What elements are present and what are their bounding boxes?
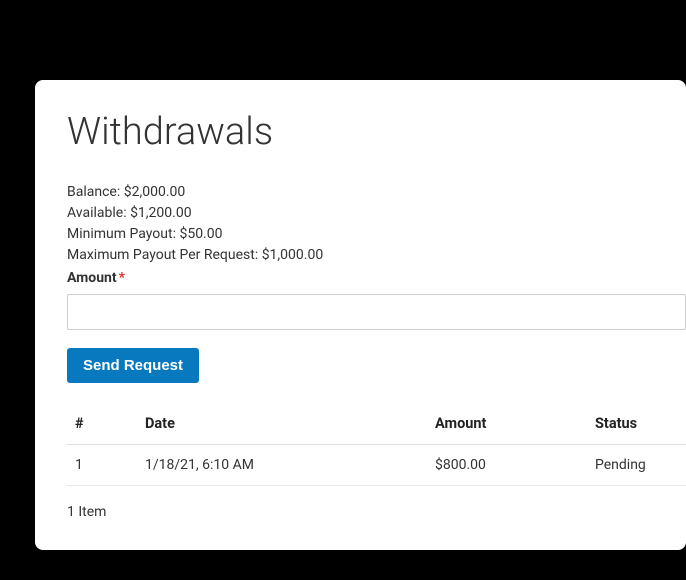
- amount-label-row: Amount*: [67, 270, 686, 286]
- col-header-date: Date: [137, 403, 427, 445]
- available-value: $1,200.00: [130, 205, 192, 221]
- withdrawals-table: # Date Amount Status 1 1/18/21, 6:10 AM …: [67, 403, 686, 486]
- balance-line: Balance: $2,000.00: [67, 182, 686, 203]
- available-label: Available:: [67, 205, 130, 221]
- max-payout-line: Maximum Payout Per Request: $1,000.00: [67, 245, 686, 266]
- cell-amount: $800.00: [427, 445, 587, 486]
- balance-value: $2,000.00: [124, 184, 186, 200]
- cell-num: 1: [67, 445, 137, 486]
- send-request-button[interactable]: Send Request: [67, 348, 199, 383]
- available-line: Available: $1,200.00: [67, 203, 686, 224]
- item-count: 1 Item: [67, 504, 686, 520]
- max-payout-value: $1,000.00: [262, 247, 324, 263]
- cell-status: Pending: [587, 445, 686, 486]
- page-title: Withdrawals: [67, 110, 686, 154]
- amount-input[interactable]: [67, 294, 686, 330]
- amount-label: Amount: [67, 270, 117, 286]
- withdrawals-card: Withdrawals Balance: $2,000.00 Available…: [35, 80, 686, 550]
- min-payout-value: $50.00: [179, 226, 222, 242]
- table-header-row: # Date Amount Status: [67, 403, 686, 445]
- min-payout-label: Minimum Payout:: [67, 226, 179, 242]
- max-payout-label: Maximum Payout Per Request:: [67, 247, 262, 263]
- min-payout-line: Minimum Payout: $50.00: [67, 224, 686, 245]
- table-row: 1 1/18/21, 6:10 AM $800.00 Pending: [67, 445, 686, 486]
- col-header-amount: Amount: [427, 403, 587, 445]
- cell-date: 1/18/21, 6:10 AM: [137, 445, 427, 486]
- col-header-status: Status: [587, 403, 686, 445]
- required-indicator: *: [119, 270, 125, 286]
- col-header-num: #: [67, 403, 137, 445]
- balance-label: Balance:: [67, 184, 124, 200]
